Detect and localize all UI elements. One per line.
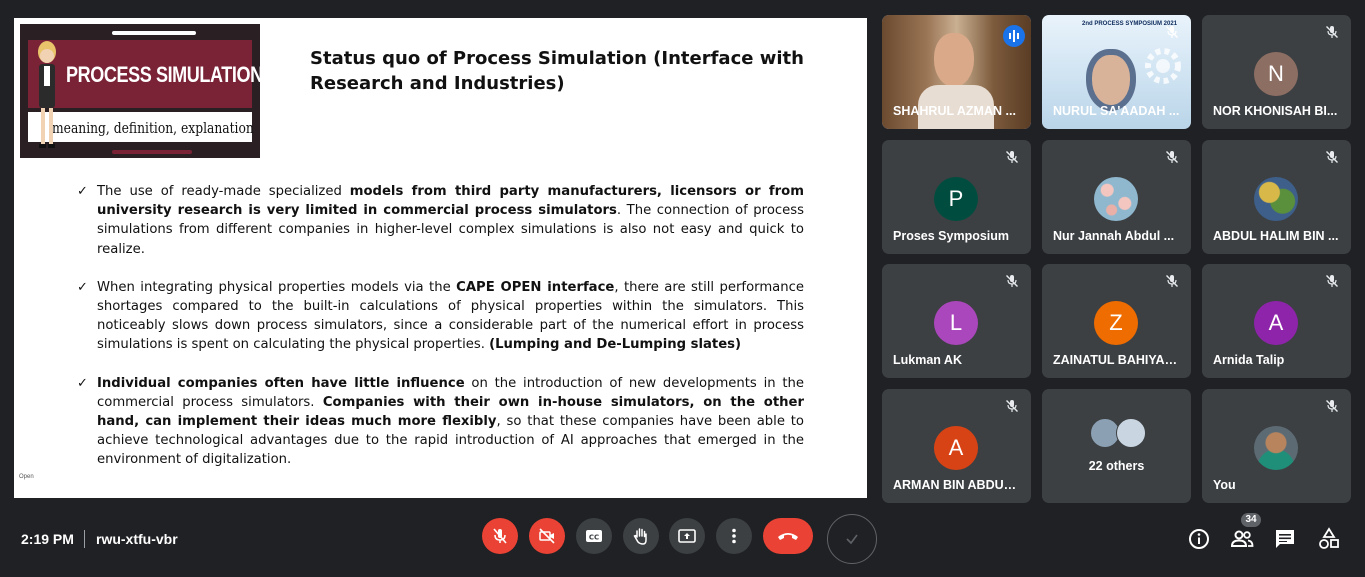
participant-name: NOR KHONISAH BI... — [1213, 104, 1338, 118]
bullet-text: Individual companies often have little i… — [97, 375, 804, 468]
mic-off-icon — [1326, 26, 1338, 38]
avatar-image — [1116, 418, 1146, 448]
avatar: P — [934, 177, 978, 221]
camera-toggle-button[interactable] — [529, 518, 565, 554]
mic-toggle-button[interactable] — [482, 518, 518, 554]
participant-tile-proses-symposium[interactable]: P Proses Symposium — [882, 140, 1031, 254]
mic-off-icon — [1326, 400, 1338, 412]
participant-count-badge: 34 — [1241, 513, 1261, 527]
avatar: Z — [1094, 301, 1138, 345]
leave-call-button[interactable] — [763, 518, 813, 554]
presentation-slide: PROCESS SIMULATION meaning, definition, … — [14, 18, 867, 498]
checkmark-icon: ✓ — [77, 184, 88, 199]
bullet-text: The use of ready-made specialized models… — [97, 184, 804, 257]
mic-off-icon — [493, 528, 507, 544]
thumb-subtitle: meaning, definition, explanation — [52, 119, 254, 137]
gear-icon — [1145, 48, 1181, 84]
speaking-icon — [1003, 25, 1025, 47]
people-icon[interactable] — [1230, 527, 1254, 551]
participant-tile-abdul-halim[interactable]: ABDUL HALIM BIN ... — [1202, 140, 1351, 254]
participant-tile-arman[interactable]: A ARMAN BIN ABDUL... — [882, 389, 1031, 503]
bullet-item: ✓ When integrating physical properties m… — [76, 278, 804, 355]
participant-tile-others[interactable]: 22 others — [1042, 389, 1191, 503]
slide-title: Status quo of Process Simulation (Interf… — [310, 48, 804, 94]
avatar: A — [934, 426, 978, 470]
meeting-code: rwu-xtfu-vbr — [96, 531, 178, 547]
participant-tile-lukman[interactable]: L Lukman AK — [882, 264, 1031, 378]
participant-name: ZAINATUL BAHIYAH... — [1053, 353, 1181, 367]
captions-button[interactable]: CC — [576, 518, 612, 554]
meeting-time: 2:19 PM — [21, 531, 74, 547]
mic-off-icon — [1006, 275, 1018, 287]
present-screen-button[interactable] — [669, 518, 705, 554]
participant-name: ABDUL HALIM BIN ... — [1213, 229, 1339, 243]
more-vert-icon — [732, 528, 736, 544]
participant-name: Arnida Talip — [1213, 353, 1285, 367]
video-banner-text: 2nd PROCESS SYMPOSIUM 2021 — [1082, 21, 1178, 27]
others-count-label: 22 others — [1088, 459, 1145, 473]
meeting-control-bar: 2:19 PM rwu-xtfu-vbr CC 34 — [0, 512, 1365, 577]
avatar: L — [934, 301, 978, 345]
mic-off-icon — [1166, 26, 1178, 38]
more-options-button[interactable] — [716, 518, 752, 554]
participant-tile-nor-khonisah[interactable]: N NOR KHONISAH BI... — [1202, 15, 1351, 129]
bullet-text: When integrating physical properties mod… — [97, 279, 804, 353]
participant-face — [934, 33, 974, 87]
participant-tile-you[interactable]: You — [1202, 389, 1351, 503]
slide-thumbnail-image: PROCESS SIMULATION meaning, definition, … — [20, 24, 260, 158]
participant-name: Lukman AK — [893, 353, 962, 367]
thumb-top-line — [112, 31, 196, 35]
participant-name: Proses Symposium — [893, 229, 1010, 243]
avatar-image — [1254, 426, 1298, 470]
mic-off-icon — [1006, 151, 1018, 163]
hang-up-icon — [778, 533, 798, 540]
participant-name: You — [1213, 478, 1236, 492]
thumb-bottom-line — [112, 150, 192, 154]
checkmark-icon: ✓ — [77, 375, 88, 391]
bullet-item: ✓ The use of ready-made specialized mode… — [76, 182, 804, 259]
avatar: A — [1254, 301, 1298, 345]
mic-off-icon — [1166, 275, 1178, 287]
participant-tile-shahrul[interactable]: SHAHRUL AZMAN ... — [882, 15, 1031, 129]
participant-tile-nur-jannah[interactable]: Nur Jannah Abdul ... — [1042, 140, 1191, 254]
participant-tile-nurul[interactable]: 2nd PROCESS SYMPOSIUM 2021 NURUL SA'AADA… — [1042, 15, 1191, 129]
closed-captions-icon: CC — [586, 530, 602, 542]
svg-text:CC: CC — [589, 534, 599, 542]
participant-name: NURUL SA'AADAH ... — [1053, 104, 1180, 118]
hand-icon — [633, 528, 647, 545]
mic-off-icon — [1326, 151, 1338, 163]
camera-off-icon — [539, 528, 555, 544]
checkmark-icon: ✓ — [77, 279, 88, 295]
thumb-title: PROCESS SIMULATION — [66, 62, 260, 87]
checkmark-icon — [846, 534, 858, 545]
participant-name: Nur Jannah Abdul ... — [1053, 229, 1175, 243]
mic-off-icon — [1326, 275, 1338, 287]
participant-tile-arnida[interactable]: A Arnida Talip — [1202, 264, 1351, 378]
slide-footer: Open — [19, 474, 34, 480]
slide-bullet-list: ✓ The use of ready-made specialized mode… — [76, 182, 804, 489]
raise-hand-button[interactable] — [623, 518, 659, 554]
present-icon — [678, 529, 696, 543]
info-icon[interactable] — [1187, 527, 1211, 551]
participant-name: ARMAN BIN ABDUL... — [893, 478, 1021, 492]
divider — [84, 530, 85, 548]
host-controls-button[interactable] — [827, 514, 877, 564]
participant-tile-zainatul[interactable]: Z ZAINATUL BAHIYAH... — [1042, 264, 1191, 378]
mic-off-icon — [1006, 400, 1018, 412]
participant-name: SHAHRUL AZMAN ... — [893, 104, 1016, 118]
avatar-image — [1254, 177, 1298, 221]
activities-icon[interactable] — [1317, 527, 1341, 551]
avatar: N — [1254, 52, 1298, 96]
avatar-image — [1094, 177, 1138, 221]
cartoon-figure-icon — [38, 41, 56, 148]
participant-face — [1092, 55, 1130, 105]
mic-off-icon — [1166, 151, 1178, 163]
bullet-item: ✓ Individual companies often have little… — [76, 374, 804, 470]
chat-icon[interactable] — [1273, 527, 1297, 551]
